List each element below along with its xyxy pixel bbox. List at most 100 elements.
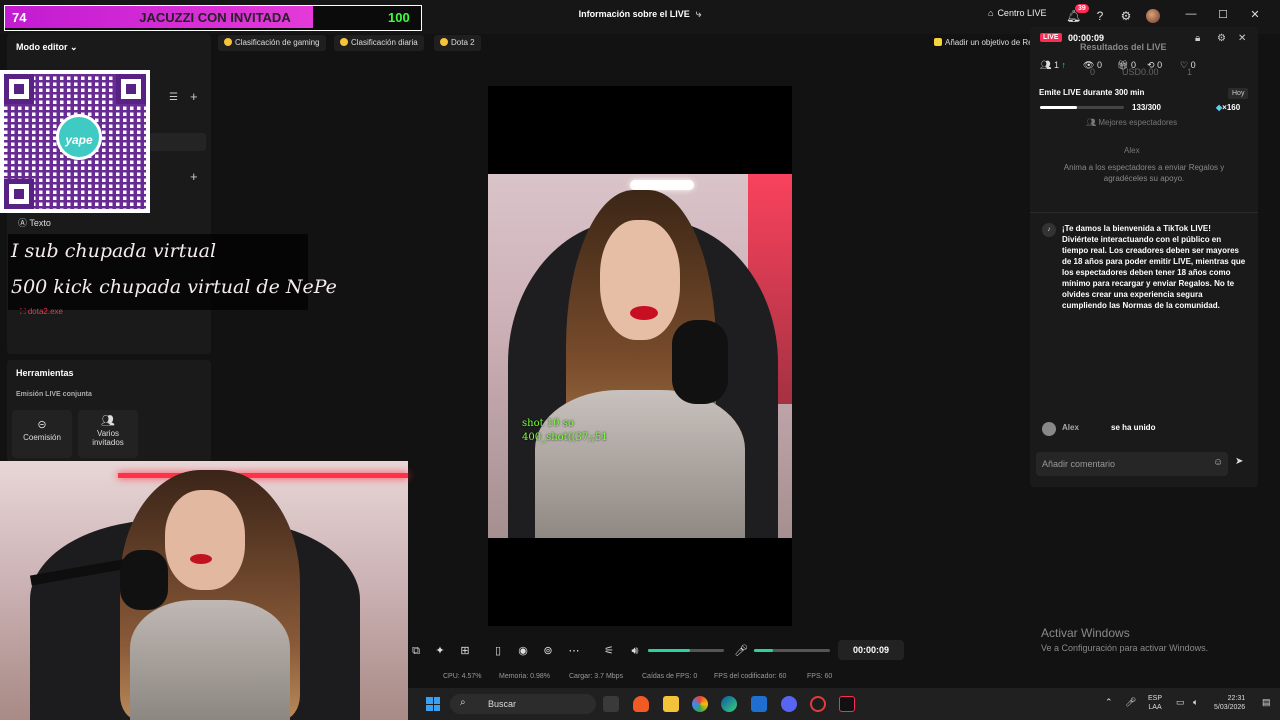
- top-viewers-heading: 👥︎ Mejores espectadores: [1086, 118, 1177, 127]
- modo-editor-dropdown[interactable]: Modo editor ⌄: [16, 42, 78, 53]
- preview-body: [535, 390, 745, 538]
- record-icon[interactable]: ◉: [515, 643, 531, 659]
- preview-shot-line-1: shot 10 so: [522, 418, 574, 429]
- joined-user-name[interactable]: Alex: [1062, 423, 1079, 432]
- coemision-button[interactable]: ⊝ Coemisión: [12, 410, 72, 458]
- camera-icon[interactable]: ⊚: [540, 643, 556, 659]
- tray-mic-icon[interactable]: 🎤︎: [1125, 697, 1136, 708]
- panel-close-icon[interactable]: ✕: [1238, 33, 1246, 44]
- game-capture-icon: ⛶: [20, 307, 26, 316]
- preview-ring-light: [630, 180, 694, 190]
- eye-icon: 👁︎: [1083, 60, 1095, 70]
- brave-icon[interactable]: [633, 696, 649, 712]
- microphone-icon[interactable]: 🎤︎: [733, 643, 749, 659]
- maximize-icon[interactable]: ☐: [1216, 8, 1230, 21]
- goal-current: 74: [12, 10, 27, 25]
- comment-input[interactable]: Añadir comentario: [1036, 452, 1228, 476]
- gifts-value: 0: [1130, 60, 1136, 70]
- results-heading: Resultados del LIVE: [1080, 42, 1167, 52]
- share-icon[interactable]: ⤷: [696, 9, 702, 20]
- tools-heading: Herramientas: [16, 368, 74, 378]
- add-goal-button[interactable]: Añadir un objetivo de Re: [928, 35, 1039, 51]
- live-info-title[interactable]: Información sobre el LIVE ⤷: [540, 9, 740, 20]
- webcam-led-strip: [118, 473, 408, 478]
- tray-chevron-icon[interactable]: ⌃: [1105, 697, 1113, 708]
- close-icon[interactable]: ✕: [1248, 8, 1262, 21]
- list-icon[interactable]: ☰: [169, 92, 178, 103]
- notification-badge: 39: [1075, 4, 1089, 13]
- chip-dota[interactable]: Dota 2: [434, 35, 481, 51]
- source-dota-exe[interactable]: ⛶ dota2.exe: [20, 307, 63, 317]
- stat-cargar: Cargar: 3.7 Mbps: [569, 673, 624, 680]
- settings-icon[interactable]: ⚙: [1217, 33, 1226, 44]
- preview-face: [600, 220, 680, 340]
- minimize-icon[interactable]: —: [1184, 8, 1198, 20]
- phone-icon[interactable]: ▯: [490, 643, 506, 659]
- webcam-face: [165, 490, 245, 590]
- add-goal-label: Añadir un objetivo de Re: [945, 38, 1033, 47]
- add-source-icon[interactable]: +: [190, 169, 198, 184]
- chrome-icon[interactable]: [692, 696, 708, 712]
- obs-icon[interactable]: [810, 696, 826, 712]
- webcam-lips: [190, 554, 212, 564]
- webcam-body: [130, 600, 290, 720]
- top-viewers-icon: 👥︎: [1086, 118, 1097, 127]
- store-icon[interactable]: [751, 696, 767, 712]
- lock-icon[interactable]: 🔒︎: [1195, 33, 1200, 44]
- add-scene-icon[interactable]: +: [190, 89, 198, 104]
- stat-viewers: 👥︎ 1 ↑: [1040, 60, 1066, 71]
- send-icon[interactable]: ➤: [1235, 456, 1243, 467]
- layout-icon[interactable]: ⊞: [457, 643, 473, 659]
- overlay-line-2: 500 kick chupada virtual de NePe: [11, 276, 337, 298]
- capture-icon[interactable]: ⧉: [408, 643, 424, 659]
- activate-windows-title: Activar Windows: [1041, 626, 1130, 640]
- source-dota-label: dota2.exe: [27, 307, 63, 316]
- taskbar-search[interactable]: ⌕ Buscar: [450, 694, 596, 714]
- windows-start-icon[interactable]: [426, 697, 440, 711]
- gear-icon[interactable]: ⚙: [1119, 9, 1133, 23]
- overlay-line-1: I sub chupada virtual: [11, 240, 217, 262]
- edge-icon[interactable]: [721, 696, 737, 712]
- home-icon: ⌂: [988, 8, 994, 18]
- modo-editor-label: Modo editor: [16, 42, 68, 52]
- qr-finder: [4, 74, 34, 104]
- speaker-icon[interactable]: 🔊︎: [627, 643, 643, 659]
- volume-tray-icon[interactable]: 🔈︎: [1193, 697, 1198, 708]
- file-explorer-icon[interactable]: [663, 696, 679, 712]
- share-people-icon: ⟲: [1147, 60, 1155, 70]
- ai-icon[interactable]: ✦: [432, 643, 448, 659]
- lang-primary: ESP: [1148, 695, 1163, 702]
- chip-gaming[interactable]: Clasificación de gaming: [218, 35, 326, 51]
- emoji-icon[interactable]: ☺: [1213, 457, 1223, 468]
- source-texto[interactable]: Ⓐ Texto: [18, 216, 51, 229]
- top-viewers-label: Mejores espectadores: [1098, 118, 1178, 127]
- source-row[interactable]: [150, 133, 206, 151]
- help-icon[interactable]: ?: [1093, 9, 1107, 23]
- centro-live-button[interactable]: ⌂ Centro LIVE: [988, 8, 1046, 18]
- varios-invitados-button[interactable]: 👥︎ Varios invitados: [78, 410, 138, 458]
- mixer-icon[interactable]: ⚟: [601, 643, 617, 659]
- language-indicator[interactable]: ESP LAA: [1148, 694, 1162, 712]
- stat-fps-codificador: FPS del codificador: 60: [714, 673, 787, 680]
- chip-diaria[interactable]: Clasificación diaria: [334, 35, 424, 51]
- text-icon: Ⓐ: [18, 218, 28, 228]
- source-texto-label: Texto: [29, 218, 51, 228]
- more-icon[interactable]: ⋯: [566, 643, 582, 659]
- clock-date: 5/03/2026: [1214, 704, 1246, 711]
- lightbulb-icon: [934, 38, 942, 46]
- arrow-up-icon: ↑: [1061, 60, 1066, 70]
- live-info-label: Información sobre el LIVE: [578, 9, 690, 19]
- tiktok-live-studio-icon[interactable]: [839, 696, 855, 712]
- taskbar-clock[interactable]: 22:31 5/03/2026: [1214, 694, 1245, 712]
- notifications-icon[interactable]: ▤: [1262, 697, 1271, 708]
- qr-finder: [116, 74, 146, 104]
- preview-lips: [630, 306, 658, 320]
- stat-likes: ♡ 0: [1180, 60, 1196, 71]
- task-view-icon[interactable]: [603, 696, 619, 712]
- goal-task-title: Emite LIVE durante 300 min: [1039, 88, 1145, 97]
- avatar[interactable]: [1146, 9, 1160, 23]
- discord-icon[interactable]: [781, 696, 797, 712]
- coemission-heading: Emisión LIVE conjunta: [16, 391, 92, 398]
- network-icon[interactable]: ▭: [1176, 697, 1185, 708]
- stat-fps: FPS: 60: [807, 673, 833, 680]
